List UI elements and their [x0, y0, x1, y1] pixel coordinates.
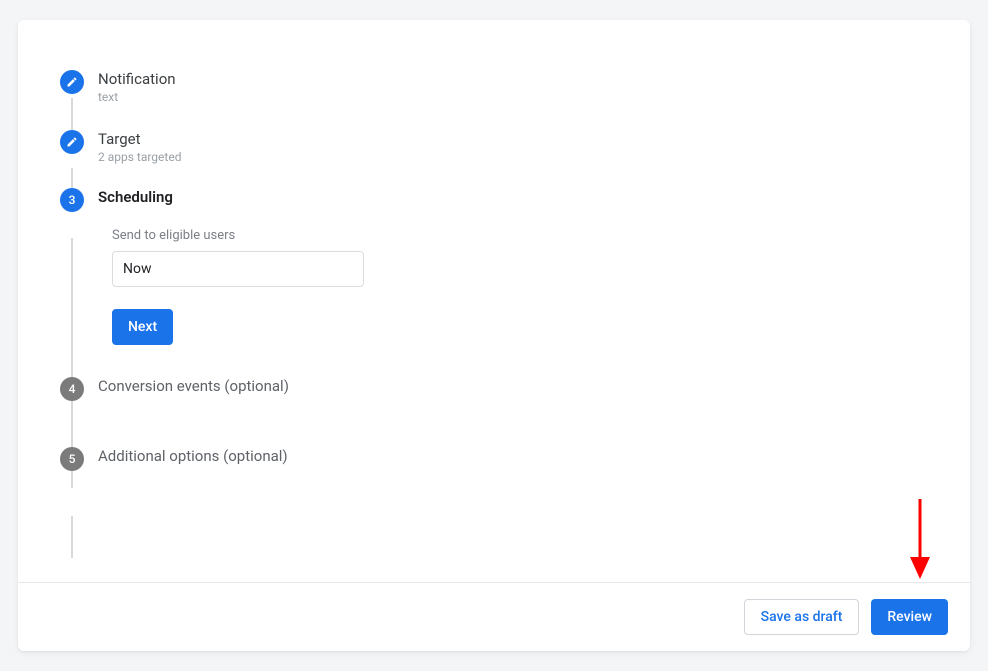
step-title: Additional options (optional) [98, 447, 288, 465]
review-button[interactable]: Review [871, 599, 948, 635]
card-body: Notification text Target 2 apps targeted… [18, 20, 970, 582]
connector-line [71, 516, 73, 558]
send-to-label: Send to eligible users [112, 228, 966, 243]
step-number-badge: 5 [60, 447, 84, 471]
step-title: Target [98, 130, 181, 148]
step-subtitle: text [98, 90, 176, 104]
step-title: Conversion events (optional) [98, 377, 289, 395]
step-scheduling: 3 Scheduling Send to eligible users Now … [60, 188, 928, 377]
next-button[interactable]: Next [112, 309, 173, 345]
card-footer: Save as draft Review [18, 582, 970, 651]
stepper: Notification text Target 2 apps targeted… [60, 70, 928, 471]
step-additional-options[interactable]: 5 Additional options (optional) [60, 447, 928, 471]
step-target[interactable]: Target 2 apps targeted [60, 130, 928, 188]
save-as-draft-button[interactable]: Save as draft [744, 599, 860, 635]
pencil-icon [60, 70, 84, 94]
step-conversion-events[interactable]: 4 Conversion events (optional) [60, 377, 928, 447]
step-title: Scheduling [98, 188, 173, 206]
pencil-icon [60, 130, 84, 154]
notification-wizard-card: Notification text Target 2 apps targeted… [18, 20, 970, 651]
scheduling-content: Send to eligible users Now Next [98, 212, 966, 345]
step-title: Notification [98, 70, 176, 88]
step-subtitle: 2 apps targeted [98, 150, 181, 164]
step-notification[interactable]: Notification text [60, 70, 928, 130]
step-number-badge: 3 [60, 188, 84, 212]
step-number-badge: 4 [60, 377, 84, 401]
send-time-value: Now [123, 261, 152, 277]
send-time-select[interactable]: Now [112, 251, 364, 287]
